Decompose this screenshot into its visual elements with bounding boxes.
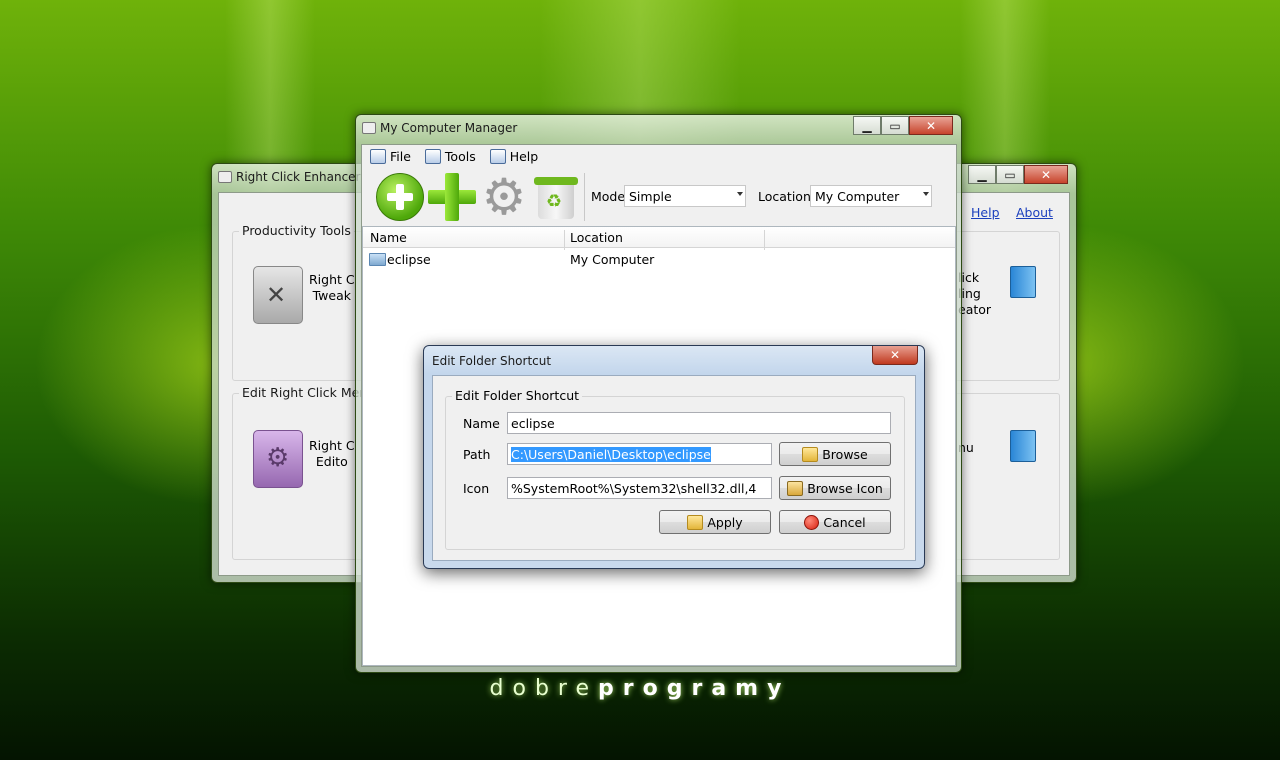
add-circle-icon[interactable] xyxy=(376,173,424,221)
maximize-button[interactable]: ▭ xyxy=(881,116,909,135)
help-book-icon xyxy=(489,149,506,164)
book-icon[interactable] xyxy=(1010,266,1036,298)
column-header-location[interactable]: Location xyxy=(570,230,623,245)
toolbar-separator xyxy=(584,173,585,221)
menu-file[interactable]: File xyxy=(370,149,411,164)
image-browse-icon xyxy=(787,480,804,496)
book-icon[interactable] xyxy=(1010,430,1036,462)
menu-tools[interactable]: Tools xyxy=(424,149,476,164)
menu-bar: File Tools Help xyxy=(370,149,538,164)
dialog-body: Edit Folder Shortcut Name eclipse Path C… xyxy=(432,375,916,561)
app-icon xyxy=(218,171,232,183)
wrench-icon: ✕ xyxy=(266,281,287,309)
right-group-bottom: nu xyxy=(954,393,1060,560)
brand-logo: dobreprogramy xyxy=(489,676,791,701)
about-link[interactable]: About xyxy=(1016,205,1053,220)
file-icon xyxy=(370,149,386,164)
tool-label: lick ling eator xyxy=(958,270,992,317)
window-title: Right Click Enhancer xyxy=(236,170,361,184)
chevron-down-icon xyxy=(923,192,929,196)
right-group-top: lick ling eator xyxy=(954,231,1060,381)
close-button[interactable]: ✕ xyxy=(872,346,918,365)
tool-label: Right C Edito xyxy=(309,438,355,469)
tool-label: Right C Tweak xyxy=(309,272,355,303)
mode-select[interactable]: Simple xyxy=(624,185,746,207)
browse-icon-button[interactable]: Browse Icon xyxy=(779,476,891,500)
maximize-button[interactable]: ▭ xyxy=(996,165,1024,184)
folder-add-icon xyxy=(687,514,704,530)
close-button[interactable]: ✕ xyxy=(909,116,953,135)
minimize-button[interactable]: ▁ xyxy=(968,165,996,184)
name-field[interactable]: eclipse xyxy=(507,412,891,434)
column-header-name[interactable]: Name xyxy=(370,230,407,245)
location-select[interactable]: My Computer xyxy=(810,185,932,207)
window-title: My Computer Manager xyxy=(380,121,518,135)
group-label: Edit Folder Shortcut xyxy=(452,388,583,403)
folder-icon xyxy=(369,253,386,266)
mode-label: Mode xyxy=(591,189,626,204)
selected-text: C:\Users\Daniel\Desktop\eclipse xyxy=(511,447,711,462)
help-link[interactable]: Help xyxy=(971,205,1000,220)
apply-button[interactable]: Apply xyxy=(659,510,771,534)
list-header: Name Location xyxy=(363,227,955,250)
minimize-button[interactable]: ▁ xyxy=(853,116,881,135)
edit-folder-shortcut-dialog: Edit Folder Shortcut ✕ Edit Folder Short… xyxy=(423,345,925,569)
icon-field[interactable]: %SystemRoot%\System32\shell32.dll,4 xyxy=(507,477,772,499)
edit-folder-shortcut-group: Edit Folder Shortcut Name eclipse Path C… xyxy=(445,388,905,550)
chevron-down-icon xyxy=(737,192,743,196)
path-field[interactable]: C:\Users\Daniel\Desktop\eclipse xyxy=(507,443,772,465)
list-item[interactable]: eclipse My Computer xyxy=(369,251,949,269)
toolbar: ⚙ ♻ Mode Simple Location My Computer xyxy=(372,172,952,223)
app-icon xyxy=(362,122,376,134)
caption-buttons: ▁ ▭ ✕ xyxy=(968,165,1068,184)
menu-help[interactable]: Help xyxy=(489,149,538,164)
group-label: Productivity Tools xyxy=(239,223,354,238)
browse-button[interactable]: Browse xyxy=(779,442,891,466)
editor-icon[interactable]: ⚙ xyxy=(253,430,303,488)
add-plus-icon[interactable] xyxy=(428,173,476,221)
caption-buttons: ▁ ▭ ✕ xyxy=(853,116,953,135)
path-label: Path xyxy=(463,447,491,462)
tools-icon xyxy=(424,149,441,164)
name-label: Name xyxy=(463,416,500,431)
cancel-icon xyxy=(804,514,820,530)
gear-icon: ⚙ xyxy=(266,443,290,473)
cancel-button[interactable]: Cancel xyxy=(779,510,891,534)
tweaker-icon[interactable]: ✕ xyxy=(253,266,303,324)
close-button[interactable]: ✕ xyxy=(1024,165,1068,184)
recycle-bin-icon[interactable]: ♻ xyxy=(534,173,578,221)
icon-label: Icon xyxy=(463,481,490,496)
location-label: Location xyxy=(758,189,811,204)
settings-gear-icon[interactable]: ⚙ xyxy=(480,172,528,222)
folder-search-icon xyxy=(802,446,819,462)
dialog-title: Edit Folder Shortcut xyxy=(432,354,552,368)
